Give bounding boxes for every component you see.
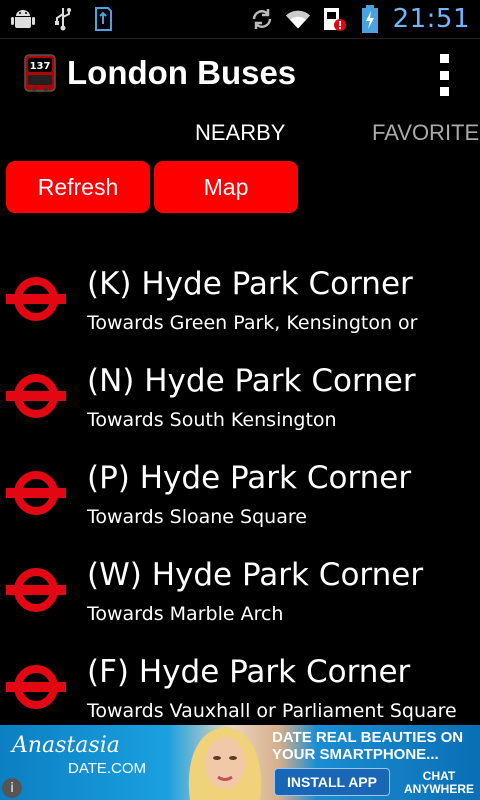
bus-roundel-icon: [6, 568, 66, 612]
tab-nearby[interactable]: NEARBY: [195, 120, 285, 146]
tab-bar: NEARBY FAVORITE: [0, 114, 480, 154]
sync-icon: [249, 6, 275, 32]
wifi-icon: [285, 6, 311, 32]
bus-roundel-icon: [6, 277, 66, 321]
ad-logo-sub: DATE.COM: [68, 760, 147, 777]
stop-direction: Towards South Kensington: [87, 409, 337, 431]
usb-icon: [50, 6, 76, 32]
stop-name: (K) Hyde Park Corner: [87, 266, 413, 302]
ad-logo: Anastasia DATE.COM: [12, 733, 146, 777]
ad-headline: DATE REAL BEAUTIES ON YOUR SMARTPHONE...: [272, 729, 472, 763]
ad-logo-script: Anastasia: [12, 733, 120, 758]
bus-roundel-icon: [6, 471, 66, 515]
stop-list: (K) Hyde Park Corner Towards Green Park,…: [0, 262, 480, 747]
status-bar: 21:51: [0, 0, 480, 39]
list-item[interactable]: (K) Hyde Park Corner Towards Green Park,…: [0, 262, 480, 359]
stop-name: (W) Hyde Park Corner: [87, 557, 424, 593]
stop-direction: Towards Vauxhall or Parliament Square: [87, 700, 457, 722]
sd-card-icon: [90, 6, 116, 32]
android-debug-icon: [10, 6, 36, 32]
stop-name: (P) Hyde Park Corner: [87, 460, 412, 496]
ad-model-image: [188, 727, 262, 800]
stop-direction: Towards Marble Arch: [87, 603, 284, 625]
list-item[interactable]: (W) Hyde Park Corner Towards Marble Arch: [0, 553, 480, 650]
stop-name: (N) Hyde Park Corner: [87, 363, 416, 399]
ad-chat-text: CHAT ANYWHERE: [402, 770, 476, 796]
svg-text:137: 137: [30, 61, 51, 72]
battery-charging-icon: [357, 5, 383, 33]
ad-headline-line1: DATE REAL BEAUTIES ON: [272, 729, 464, 746]
map-button[interactable]: Map: [154, 161, 298, 213]
sim-alert-icon: [321, 6, 347, 32]
ad-info-icon[interactable]: i: [2, 778, 22, 798]
refresh-button[interactable]: Refresh: [6, 161, 150, 213]
clock: 21:51: [392, 4, 470, 34]
ad-headline-line2: YOUR SMARTPHONE...: [272, 746, 439, 763]
ad-chat-line2: ANYWHERE: [403, 782, 474, 796]
bus-roundel-icon: [6, 665, 66, 709]
list-item[interactable]: (N) Hyde Park Corner Towards South Kensi…: [0, 359, 480, 456]
bus-sign-icon[interactable]: 137: [24, 54, 56, 94]
tab-favorites[interactable]: FAVORITE: [372, 120, 479, 146]
list-item[interactable]: (P) Hyde Park Corner Towards Sloane Squa…: [0, 456, 480, 553]
install-app-button[interactable]: INSTALL APP: [274, 768, 390, 796]
bus-roundel-icon: [6, 374, 66, 418]
overflow-menu-icon[interactable]: [434, 54, 454, 96]
action-bar: 137 London Buses: [0, 38, 480, 114]
ad-banner[interactable]: Anastasia DATE.COM DATE REAL BEAUTIES ON…: [0, 725, 480, 800]
app-title: London Buses: [67, 54, 297, 91]
stop-direction: Towards Green Park, Kensington or: [87, 312, 418, 334]
stop-direction: Towards Sloane Square: [87, 506, 307, 528]
stop-name: (F) Hyde Park Corner: [87, 654, 411, 690]
